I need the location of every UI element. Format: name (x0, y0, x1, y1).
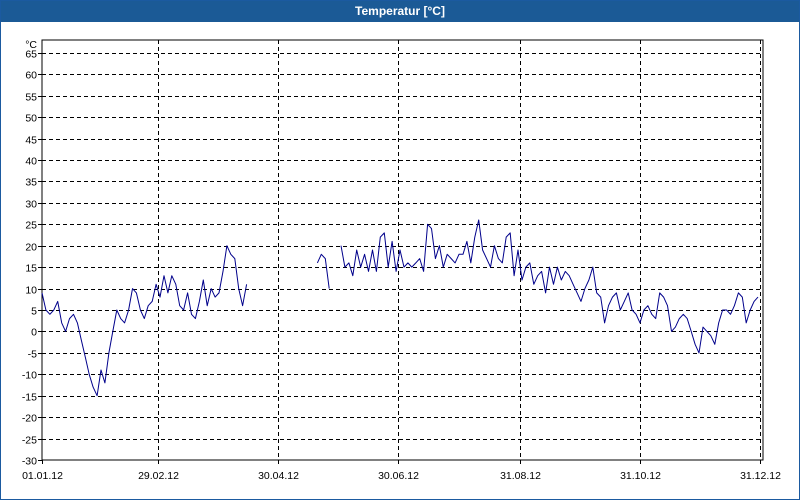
x-tick-label: 31.10.12 (620, 470, 661, 482)
y-tick-label: 35 (25, 177, 37, 189)
y-axis-label: °C (25, 39, 37, 51)
y-tick-label: 25 (25, 220, 37, 232)
y-tick-label: 45 (25, 135, 37, 147)
x-tick-label: 31.08.12 (500, 470, 541, 482)
x-tick-label: 31.12.12 (740, 470, 781, 482)
y-tick-label: 0 (31, 327, 37, 339)
y-tick-label: 30 (25, 199, 37, 211)
y-tick-label: -5 (28, 349, 37, 361)
y-tick-label: 20 (25, 242, 37, 254)
y-tick-label: -30 (22, 456, 37, 468)
y-tick-label: 55 (25, 92, 37, 104)
x-tick-label: 30.04.12 (258, 470, 299, 482)
y-tick-label: -25 (22, 435, 37, 447)
y-tick-label: 40 (25, 156, 37, 168)
y-tick-label: 50 (25, 113, 37, 125)
x-tick-label: 29.02.12 (138, 470, 179, 482)
y-tick-label: 10 (25, 285, 37, 297)
y-tick-label: 15 (25, 263, 37, 275)
x-tick-label: 30.06.12 (378, 470, 419, 482)
y-tick-label: -15 (22, 392, 37, 404)
y-tick-label: 60 (25, 70, 37, 82)
y-tick-label: 5 (31, 306, 37, 318)
y-axis: -30 -25 -20 -15 -10 -5 0 5 10 15 20 25 30 35 40 45 50 55 6… (22, 39, 42, 468)
x-tick-label: 01.01.12 (22, 470, 63, 482)
chart-svg: -30 -25 -20 -15 -10 -5 0 5 10 15 20 25 30 35 40 45 50 55 6… (22, 39, 781, 482)
y-tick-label: -20 (22, 413, 37, 425)
y-tick-label: -10 (22, 370, 37, 382)
x-axis: 01.01.12 29.02.12 30.04.12 30.06.12 31.08.12… (22, 460, 781, 482)
